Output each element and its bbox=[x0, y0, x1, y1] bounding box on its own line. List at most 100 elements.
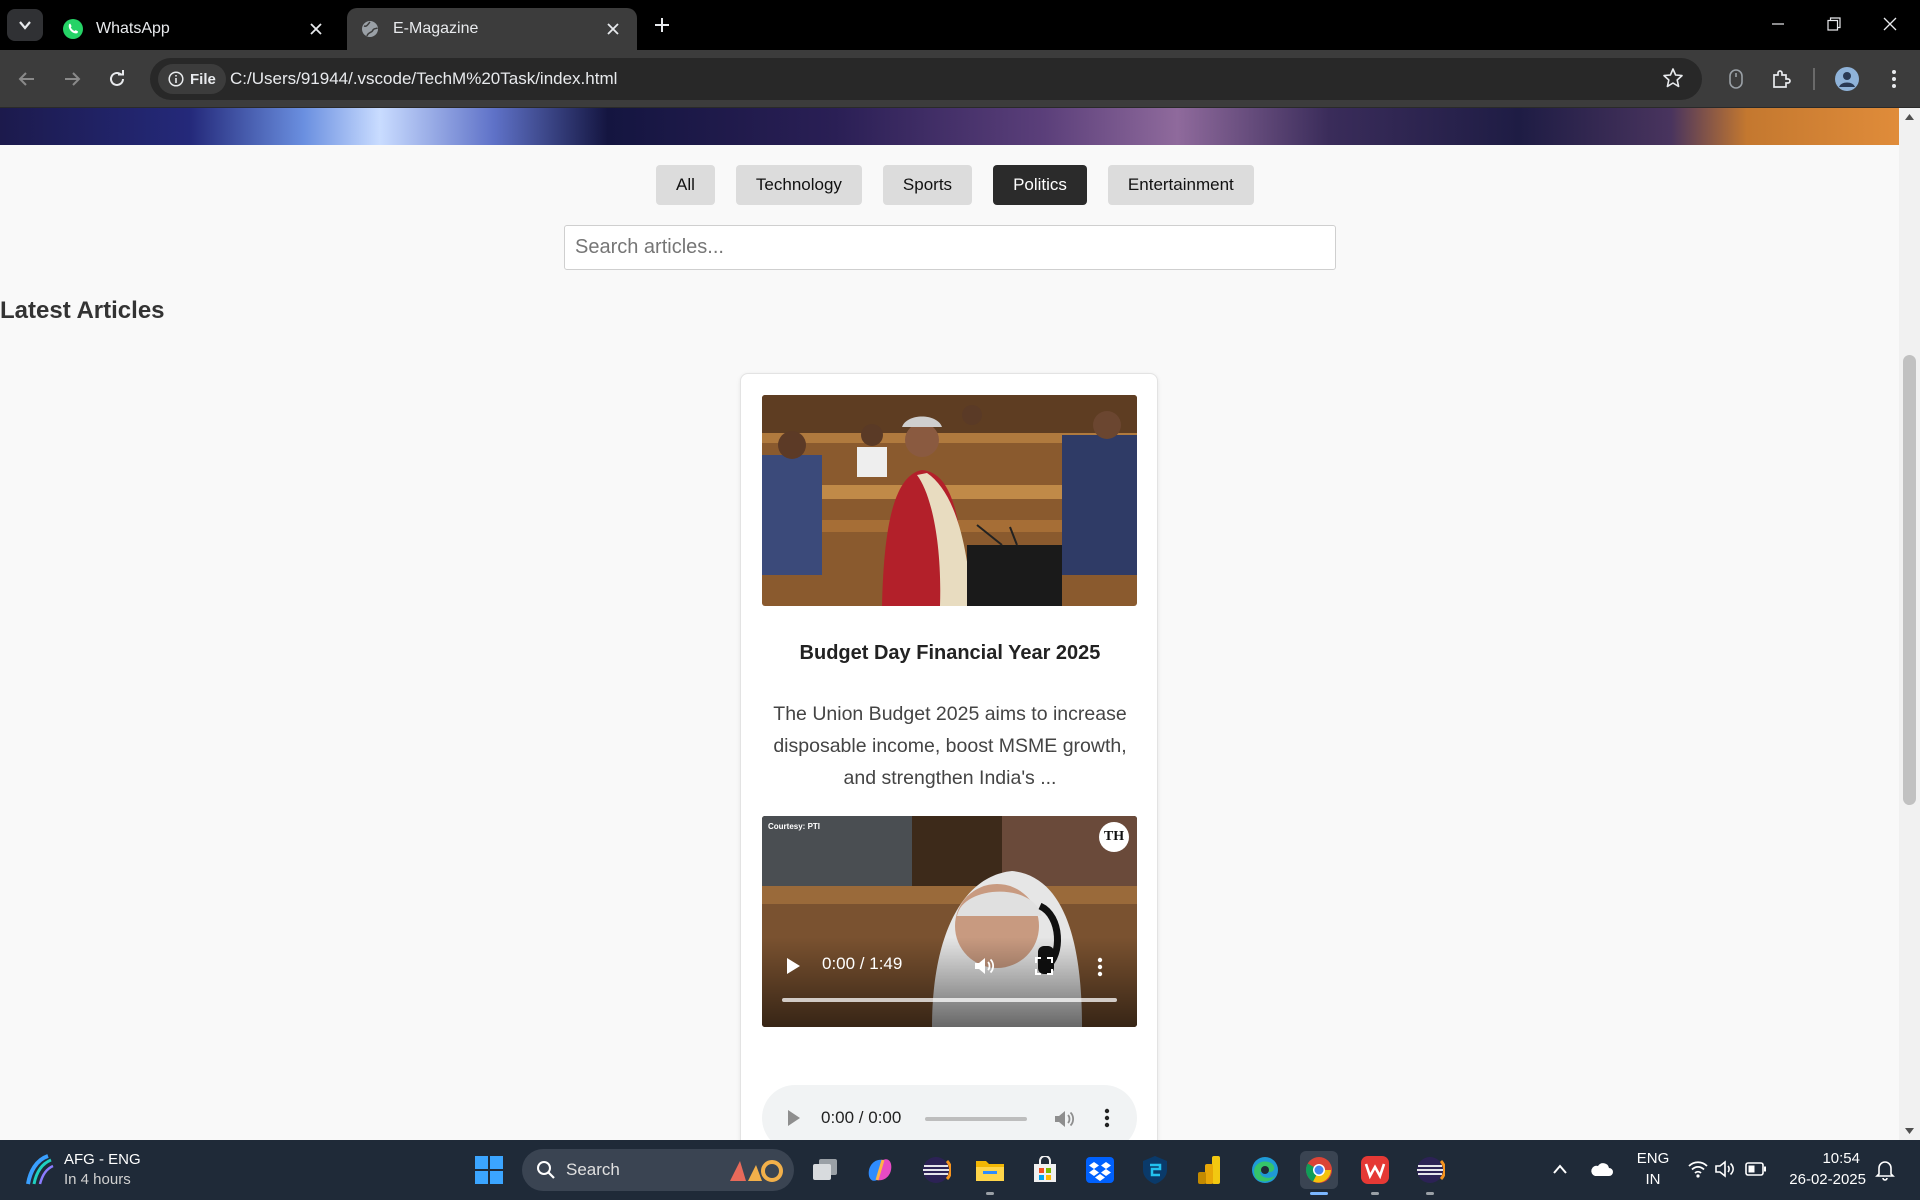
video-more-icon[interactable] bbox=[1097, 957, 1103, 977]
search-highlight-icon bbox=[730, 1160, 783, 1182]
minimize-button[interactable] bbox=[1750, 0, 1806, 48]
extensions-puzzle-icon[interactable] bbox=[1765, 63, 1797, 95]
extension-mouse-icon[interactable] bbox=[1720, 63, 1752, 95]
volume-icon[interactable] bbox=[1054, 1109, 1076, 1129]
arrow-right-icon bbox=[65, 72, 81, 86]
new-tab-button[interactable] bbox=[648, 11, 676, 39]
close-icon bbox=[1883, 17, 1897, 31]
reload-icon bbox=[110, 70, 124, 86]
eclipse-ide-icon[interactable] bbox=[1411, 1151, 1449, 1195]
restore-icon bbox=[1827, 17, 1841, 31]
url-text[interactable]: C:/Users/91944/.vscode/TechM%20Task/inde… bbox=[230, 69, 617, 89]
restore-button[interactable] bbox=[1806, 0, 1862, 48]
cricket-widget-icon[interactable] bbox=[24, 1154, 54, 1186]
start-button[interactable] bbox=[470, 1151, 508, 1189]
chevron-down-icon bbox=[19, 21, 31, 30]
windows-logo-icon bbox=[475, 1156, 503, 1184]
info-icon bbox=[168, 71, 184, 87]
chrome-browser-icon[interactable] bbox=[1300, 1151, 1338, 1195]
publisher-logo: TH bbox=[1099, 822, 1129, 852]
browser-menu-icon[interactable] bbox=[1878, 63, 1910, 95]
filter-all-button[interactable]: All bbox=[656, 165, 715, 205]
eclipse-app-icon[interactable] bbox=[917, 1151, 955, 1189]
audio-more-icon[interactable] bbox=[1104, 1108, 1110, 1128]
tab-whatsapp[interactable]: WhatsApp bbox=[50, 8, 340, 50]
video-time: 0:00 / 1:49 bbox=[822, 954, 903, 973]
filter-entertainment-button[interactable]: Entertainment bbox=[1107, 165, 1254, 205]
audio-player[interactable]: 0:00 / 0:00 bbox=[762, 1085, 1137, 1140]
article-image bbox=[762, 395, 1137, 606]
copilot-icon[interactable] bbox=[861, 1151, 899, 1189]
scroll-up-icon[interactable] bbox=[1905, 114, 1914, 120]
close-window-button[interactable] bbox=[1862, 0, 1918, 48]
forward-button[interactable] bbox=[56, 63, 88, 95]
play-icon[interactable] bbox=[785, 957, 801, 975]
language-line1[interactable]: ENG bbox=[1634, 1150, 1672, 1167]
widget-subtitle: In 4 hours bbox=[64, 1171, 131, 1188]
browser-toolbar: File C:/Users/91944/.vscode/TechM%20Task… bbox=[0, 50, 1920, 108]
search-input[interactable] bbox=[564, 225, 1336, 270]
audio-progress-bar[interactable] bbox=[925, 1117, 1027, 1121]
clock-time[interactable]: 10:54 bbox=[1780, 1150, 1860, 1167]
video-player[interactable]: Courtesy: PTI TH 0:00 / 1:49 bbox=[762, 816, 1137, 1027]
filter-sports-button[interactable]: Sports bbox=[882, 165, 973, 205]
tab-title: WhatsApp bbox=[96, 20, 170, 37]
back-button[interactable] bbox=[11, 63, 43, 95]
language-line2: IN bbox=[1645, 1171, 1661, 1188]
windows-taskbar: AFG - ENG In 4 hours Search ENG IN 10:54… bbox=[0, 1140, 1920, 1200]
profile-avatar[interactable] bbox=[1831, 63, 1863, 95]
play-icon[interactable] bbox=[787, 1109, 801, 1127]
taskbar-search-label: Search bbox=[566, 1160, 620, 1179]
notification-bell-icon[interactable] bbox=[1875, 1159, 1895, 1181]
edge-browser-icon[interactable] bbox=[1246, 1151, 1284, 1189]
whatsapp-icon bbox=[63, 19, 83, 39]
reload-button[interactable] bbox=[101, 63, 133, 95]
tab-e-magazine[interactable]: E-Magazine bbox=[347, 8, 637, 50]
article-title: Budget Day Financial Year 2025 bbox=[799, 642, 1101, 664]
chevron-up-icon[interactable] bbox=[1552, 1163, 1568, 1175]
audio-time: 0:00 / 0:00 bbox=[821, 1108, 902, 1127]
fullscreen-icon[interactable] bbox=[1035, 957, 1053, 975]
clock-date: 26-02-2025 bbox=[1789, 1171, 1866, 1188]
scrollbar-thumb[interactable] bbox=[1903, 355, 1916, 805]
close-tab-icon[interactable] bbox=[599, 15, 627, 43]
wifi-icon[interactable] bbox=[1687, 1160, 1709, 1178]
file-explorer-icon[interactable] bbox=[971, 1151, 1009, 1195]
toolbar-divider bbox=[1813, 68, 1815, 90]
speaker-icon[interactable] bbox=[1715, 1160, 1737, 1178]
close-tab-icon[interactable] bbox=[302, 15, 330, 43]
site-info-label: File bbox=[190, 70, 216, 88]
microsoft-store-icon[interactable] bbox=[1026, 1151, 1064, 1189]
bookmark-star-icon[interactable] bbox=[1662, 67, 1684, 94]
running-indicator bbox=[1310, 1192, 1328, 1195]
running-indicator bbox=[1371, 1192, 1379, 1195]
onedrive-cloud-icon[interactable] bbox=[1590, 1160, 1614, 1178]
dropbox-icon[interactable] bbox=[1081, 1151, 1119, 1189]
scroll-down-icon[interactable] bbox=[1905, 1128, 1914, 1134]
widget-title[interactable]: AFG - ENG bbox=[64, 1151, 141, 1168]
filter-technology-button[interactable]: Technology bbox=[735, 165, 862, 205]
taskbar-search[interactable]: Search bbox=[522, 1149, 794, 1191]
wps-office-icon[interactable] bbox=[1356, 1151, 1394, 1195]
article-excerpt: The Union Budget 2025 aims to increase d… bbox=[773, 703, 1127, 789]
video-controls bbox=[762, 937, 1137, 1027]
address-bar[interactable]: File C:/Users/91944/.vscode/TechM%20Task… bbox=[150, 58, 1702, 100]
category-filters: All Technology Sports Politics Entertain… bbox=[656, 165, 1254, 205]
video-progress-bar[interactable] bbox=[782, 998, 1117, 1002]
hero-banner-image bbox=[0, 108, 1899, 145]
site-info-chip[interactable]: File bbox=[158, 64, 226, 94]
filter-politics-button[interactable]: Politics bbox=[993, 165, 1087, 205]
volume-icon[interactable] bbox=[974, 956, 996, 976]
battery-icon[interactable] bbox=[1745, 1162, 1767, 1176]
tab-search-button[interactable] bbox=[7, 9, 43, 41]
power-bi-icon[interactable] bbox=[1190, 1151, 1228, 1189]
article-card: Budget Day Financial Year 2025 The Union… bbox=[740, 373, 1158, 1140]
tab-title: E-Magazine bbox=[393, 20, 479, 37]
search-icon bbox=[537, 1161, 555, 1179]
arrow-left-icon bbox=[18, 72, 34, 86]
globe-icon bbox=[362, 21, 378, 37]
running-indicator bbox=[1426, 1192, 1434, 1195]
task-view-icon[interactable] bbox=[806, 1151, 844, 1189]
security-app-icon[interactable] bbox=[1136, 1151, 1174, 1189]
page-scrollbar[interactable] bbox=[1899, 108, 1920, 1140]
